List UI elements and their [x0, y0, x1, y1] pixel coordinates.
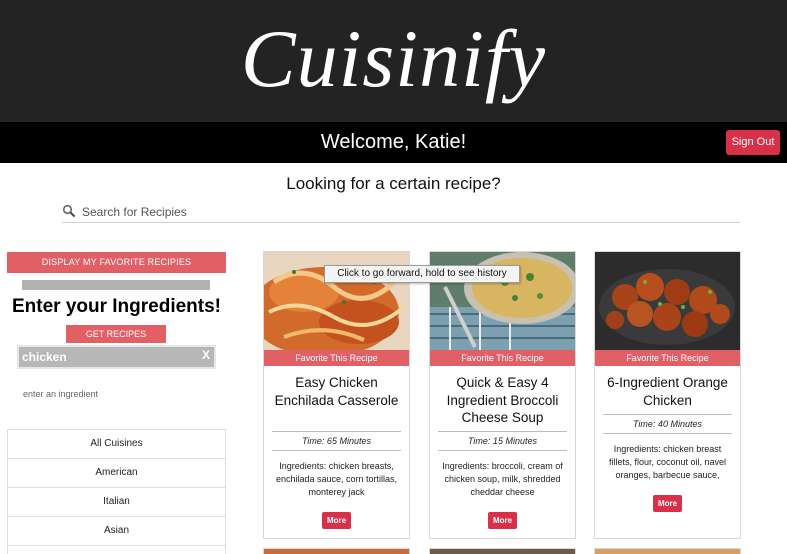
cuisine-item-asian[interactable]: Asian	[7, 517, 226, 546]
recipe-card-next	[263, 548, 410, 554]
recipe-title: Quick & Easy 4 Ingredient Broccoli Chees…	[446, 375, 559, 425]
ingredient-chip: chicken X	[17, 345, 216, 369]
recipe-time: Time: 40 Minutes	[603, 414, 732, 434]
sign-out-button[interactable]: Sign Out	[726, 130, 780, 155]
cuisine-item-american[interactable]: American	[7, 459, 226, 488]
cuisine-item-more[interactable]	[7, 546, 226, 554]
favorite-recipe-button[interactable]: Favorite This Recipe	[595, 350, 740, 366]
cuisine-list: All Cuisines American Italian Asian	[7, 429, 226, 554]
recipe-time: Time: 65 Minutes	[272, 431, 401, 451]
header-banner: Cuisinify	[0, 0, 787, 122]
ingredient-input-hint[interactable]: enter an ingredient	[23, 389, 98, 399]
cuisine-item-all[interactable]: All Cuisines	[7, 430, 226, 459]
ingredients-heading: Enter your Ingredients!	[11, 296, 222, 317]
divider-bar	[22, 280, 210, 290]
recipe-card: Favorite This Recipe Easy Chicken Enchil…	[263, 251, 410, 539]
recipe-title: Easy Chicken Enchilada Casserole	[274, 375, 399, 408]
cuisine-item-italian[interactable]: Italian	[7, 488, 226, 517]
search-input[interactable]	[82, 203, 722, 221]
more-button[interactable]: More	[322, 512, 351, 529]
search-bar	[62, 201, 740, 223]
welcome-bar: Welcome, Katie! Sign Out	[0, 122, 787, 163]
more-button[interactable]: More	[653, 495, 682, 512]
more-button[interactable]: More	[488, 512, 517, 529]
recipe-card: Favorite This Recipe Quick & Easy 4 Ingr…	[429, 251, 576, 539]
recipe-title: 6-Ingredient Orange Chicken	[607, 375, 728, 408]
recipe-photo	[595, 252, 740, 350]
ingredient-chip-label: chicken	[22, 350, 67, 364]
recipe-card-next	[594, 548, 741, 554]
recipe-card-next	[429, 548, 576, 554]
recipe-card: Favorite This Recipe 6-Ingredient Orange…	[594, 251, 741, 539]
app-logo: Cuisinify	[240, 13, 547, 104]
recipe-ingredients: Ingredients: chicken breast fillets, flo…	[608, 444, 727, 480]
recipe-time: Time: 15 Minutes	[438, 431, 567, 451]
favorite-recipe-button[interactable]: Favorite This Recipe	[430, 350, 575, 366]
get-recipes-button[interactable]: GET RECIPES	[66, 325, 166, 343]
search-icon	[62, 204, 76, 218]
search-heading: Looking for a certain recipe?	[286, 174, 501, 193]
recipe-ingredients: Ingredients: broccoli, cream of chicken …	[442, 461, 563, 497]
favorite-recipe-button[interactable]: Favorite This Recipe	[264, 350, 409, 366]
welcome-message: Welcome, Katie!	[320, 131, 467, 153]
browser-tooltip: Click to go forward, hold to see history	[324, 265, 520, 283]
recipe-ingredients: Ingredients: chicken breasts, enchilada …	[275, 461, 398, 497]
remove-ingredient-icon[interactable]: X	[202, 348, 210, 362]
display-favorites-button[interactable]: DISPLAY MY FAVORITE RECIPIES	[7, 252, 226, 273]
